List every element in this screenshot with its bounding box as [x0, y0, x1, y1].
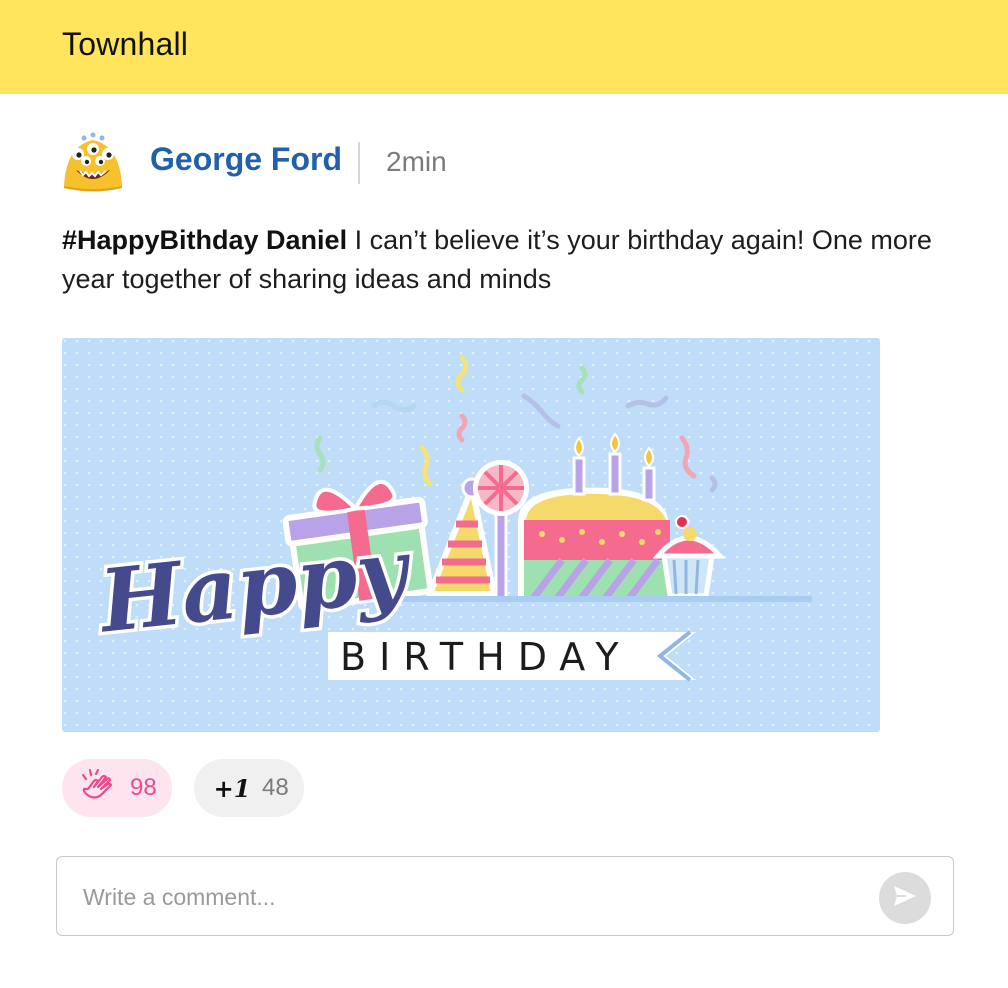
comment-box [56, 856, 954, 936]
meta-divider [358, 142, 360, 184]
post-body: #HappyBithday Daniel I can’t believe it’… [62, 221, 942, 299]
post-time: 2min [386, 146, 447, 177]
plus-one-count: 48 [262, 774, 289, 801]
app-title: Townhall [62, 26, 189, 62]
clap-count: 98 [130, 774, 157, 801]
birthday-image[interactable]: Happy BIRTHDAY [62, 338, 880, 732]
author-name[interactable]: George Ford [150, 141, 342, 178]
send-icon [892, 884, 918, 913]
plus-one-reaction-button[interactable]: +1 48 [194, 759, 304, 817]
clap-reaction-button[interactable]: 98 [62, 759, 172, 817]
birthday-banner-text: BIRTHDAY [340, 635, 632, 679]
plus-one-icon: +1 [213, 773, 251, 803]
send-button[interactable] [879, 872, 931, 924]
comment-input[interactable] [81, 877, 865, 917]
clap-icon [80, 769, 120, 807]
hashtag-link[interactable]: #HappyBithday Daniel [62, 225, 347, 255]
app-header: Townhall [0, 0, 1008, 94]
avatar[interactable] [60, 128, 126, 194]
